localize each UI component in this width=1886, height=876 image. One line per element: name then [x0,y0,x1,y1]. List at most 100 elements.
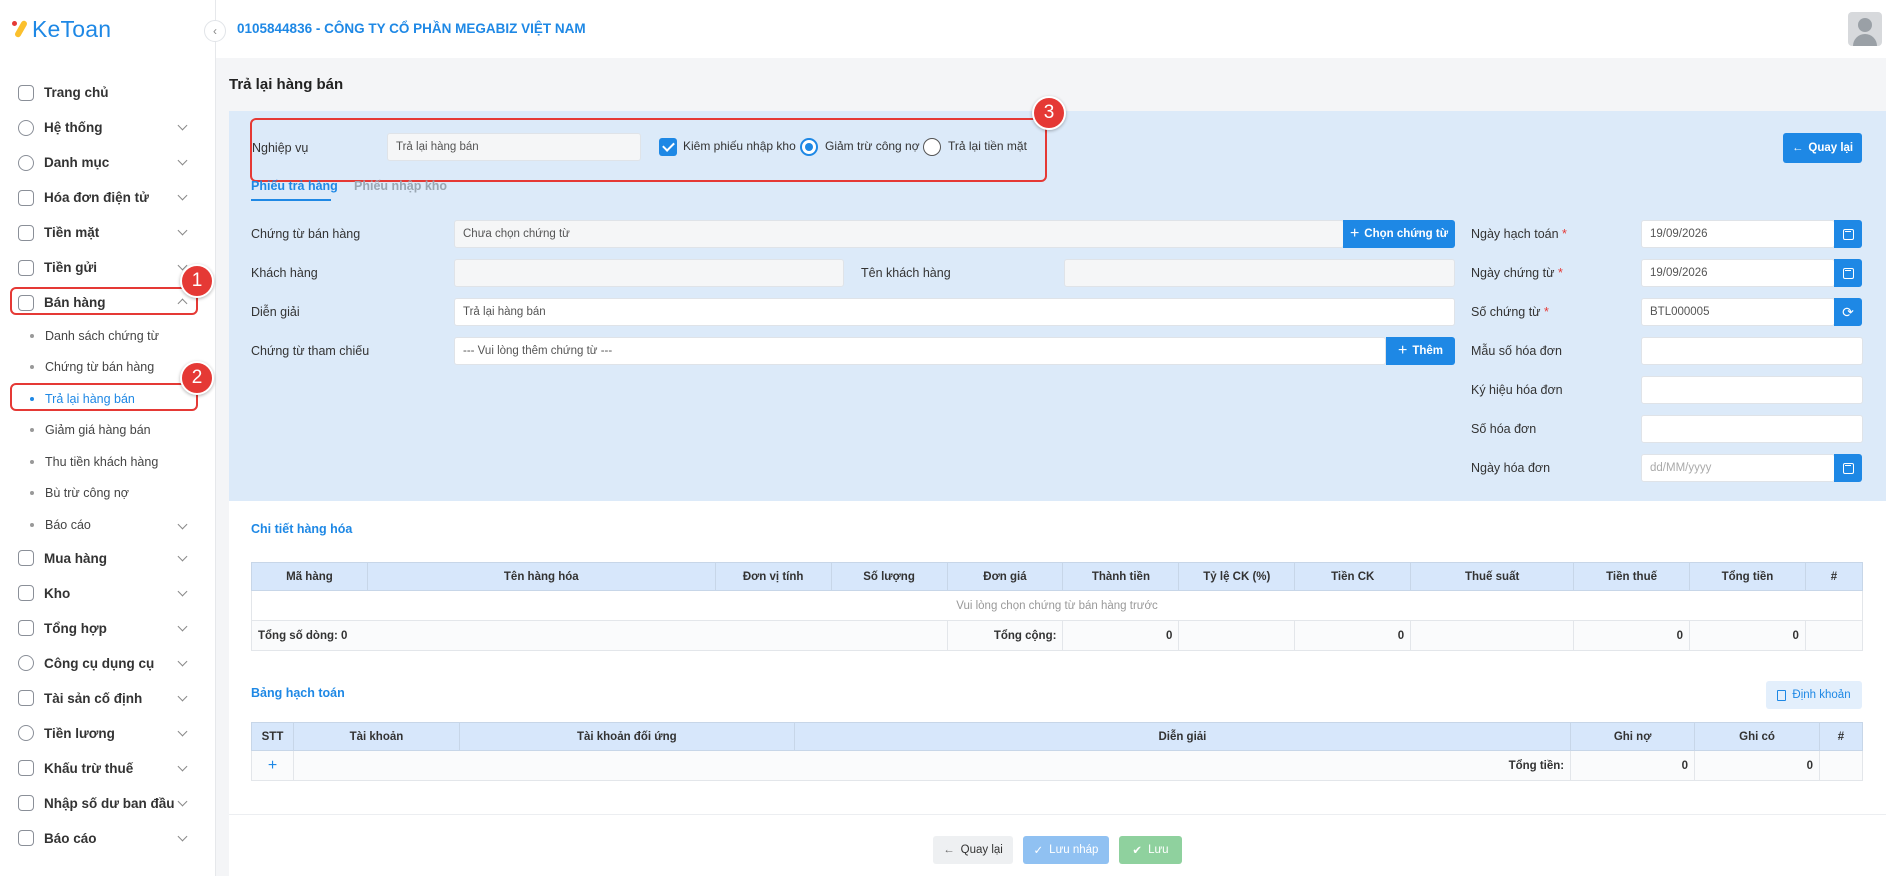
total-tien-ck: 0 [1294,620,1412,651]
total-ty-le-ck [1178,620,1296,651]
chung-tu-tham-chieu-input[interactable]: --- Vui lòng thêm chứng từ --- [454,337,1386,365]
sidebar-item-danh-muc[interactable]: Danh mục [0,145,216,180]
them-label: Thêm [1412,345,1443,357]
sidebar-item-tong-hop[interactable]: Tổng hợp [0,611,216,646]
sidebar-item-tien-luong[interactable]: Tiền lương [0,716,216,751]
col-tien-ck[interactable]: Tiền CK [1294,562,1412,591]
calculator-icon [1777,689,1787,701]
sidebar-subitem-giam-gia-hang-ban[interactable]: Giảm giá hàng bán [0,415,216,447]
sidebar-item-tien-mat[interactable]: Tiền mặt [0,215,216,250]
save-button[interactable]: ✔ Lưu [1119,836,1182,864]
dinh-khoan-button[interactable]: Định khoản [1766,681,1862,709]
so-chung-tu-label: Số chứng từ * [1471,305,1549,319]
ngay-chung-tu-input[interactable]: 19/09/2026 [1641,259,1835,287]
add-row-button[interactable]: + [251,750,294,781]
refresh-icon: ⟳ [1842,303,1854,320]
ledger-total-ghi-no: 0 [1570,750,1696,781]
chevron-down-icon [177,190,188,201]
so-hoa-don-input[interactable] [1641,415,1863,443]
sidebar-item-nhap-so-du[interactable]: Nhập số dư ban đầu [0,786,216,821]
goods-table: Mã hàng Tên hàng hóa Đơn vị tính Số lượn… [251,562,1864,651]
sidebar-item-label: Mua hàng [44,550,107,566]
save-label: Lưu [1148,844,1169,856]
sidebar-item-bao-cao[interactable]: Báo cáo [0,821,216,856]
avatar[interactable] [1848,12,1882,46]
khach-hang-input[interactable] [454,259,844,287]
back-button-top[interactable]: ← Quay lại [1783,133,1862,163]
chi-tiet-hang-hoa-title: Chi tiết hàng hóa [251,522,353,536]
chevron-down-icon [177,761,188,771]
col-thanh-tien[interactable]: Thành tiền [1062,562,1180,591]
col-ma-hang[interactable]: Mã hàng [251,562,368,591]
chevron-down-icon [177,586,188,596]
sidebar-item-hoa-don-dien-tu[interactable]: Hóa đơn điện tử [0,180,216,215]
chevron-down-icon [177,120,188,131]
col-tien-thue[interactable]: Tiền thuế [1573,562,1691,591]
company-name[interactable]: 0105844836 - CÔNG TY CỔ PHẦN MEGABIZ VIỆ… [237,21,586,36]
sidebar-item-label: Nhập số dư ban đầu [44,795,175,811]
sidebar-item-kho[interactable]: Kho [0,576,216,611]
sidebar-menu: Trang chủ Hệ thống Danh mục Hóa đơn điện… [0,75,216,856]
col-don-vi-tinh[interactable]: Đơn vị tính [714,562,832,591]
save-draft-label: Lưu nháp [1049,844,1099,856]
table-row-total: + Tổng tiền: 0 0 [251,750,1864,781]
sidebar-subitem-thu-tien-khach-hang[interactable]: Thu tiền khách hàng [0,446,216,478]
chevron-down-icon [177,656,188,666]
back-button[interactable]: ← Quay lại [933,836,1013,864]
col-don-gia[interactable]: Đơn giá [946,562,1064,591]
sidebar-item-label: Tổng hợp [44,620,107,636]
col-ten-hang-hoa[interactable]: Tên hàng hóa [366,562,716,591]
sidebar-subitem-label: Báo cáo [45,517,91,532]
table-row-empty: Vui lòng chọn chứng từ bán hàng trước [251,590,1863,621]
col-tong-tien[interactable]: Tổng tiền [1689,562,1806,591]
tab-phieu-tra-hang[interactable]: Phiếu trả hàng [251,179,338,193]
calendar-icon [1842,267,1854,279]
ky-hieu-hoa-don-input[interactable] [1641,376,1863,404]
so-chung-tu-input[interactable]: BTL000005 [1641,298,1835,326]
them-button[interactable]: + Thêm [1386,337,1455,365]
invoice-icon [18,189,34,206]
ngay-hoa-don-input[interactable]: dd/MM/yyyy [1641,454,1835,482]
ngay-hach-toan-calendar-button[interactable] [1834,220,1862,248]
ngay-chung-tu-calendar-button[interactable] [1834,259,1862,287]
mau-so-hoa-don-input[interactable] [1641,337,1863,365]
col-thue-suat[interactable]: Thuế suất [1410,562,1575,591]
mau-so-hoa-don-label: Mẫu số hóa đơn [1471,344,1562,358]
sidebar-subitem-bu-tru-cong-no[interactable]: Bù trừ công nợ [0,478,216,510]
sidebar-item-label: Hóa đơn điện tử [44,190,149,205]
sidebar-collapse-button[interactable]: ‹ [204,20,226,42]
logo[interactable]: KeToan [12,14,111,44]
tax-icon [18,760,34,776]
ngay-hoa-don-label: Ngày hóa đơn [1471,461,1551,475]
main-card: Nghiệp vụ Trả lại hàng bán Kiêm phiếu nh… [229,96,1886,876]
so-chung-tu-refresh-button[interactable]: ⟳ [1834,298,1862,326]
sidebar-item-trang-chu[interactable]: Trang chủ [0,75,216,110]
dien-giai-input[interactable]: Trả lại hàng bán [454,298,1455,326]
col-stt: STT [251,722,294,751]
ngay-hoa-don-calendar-button[interactable] [1834,454,1862,482]
save-draft-button[interactable]: ✓ Lưu nháp [1023,836,1109,864]
sidebar-subitem-label: Thu tiền khách hàng [45,454,159,469]
plus-icon: + [1397,342,1408,359]
col-ty-le-ck[interactable]: Tỷ lệ CK (%) [1178,562,1296,591]
salary-icon [18,725,34,741]
tab-phieu-nhap-kho[interactable]: Phiếu nhập kho [354,179,447,193]
ten-khach-hang-label: Tên khách hàng [861,266,951,280]
col-tai-khoan-doi-ung: Tài khoản đối ứng [458,722,795,751]
sidebar-item-cong-cu-dung-cu[interactable]: Công cụ dụng cụ [0,646,216,681]
chon-chung-tu-button[interactable]: + Chọn chứng từ [1343,220,1455,248]
sidebar-item-he-thong[interactable]: Hệ thống [0,110,216,145]
sidebar-item-tai-san-co-dinh[interactable]: Tài sản cố định [0,681,216,716]
ten-khach-hang-input[interactable] [1064,259,1455,287]
sidebar-item-khau-tru-thue[interactable]: Khấu trừ thuế [0,751,216,786]
annotation-badge-3: 3 [1032,96,1066,130]
total-actions [1804,620,1864,651]
sidebar-subitem-bao-cao[interactable]: Báo cáo [0,509,216,541]
chung-tu-ban-hang-input[interactable]: Chưa chọn chứng từ [454,220,1344,248]
sidebar-subitem-danh-sach-chung-tu[interactable]: Danh sách chứng từ [0,320,216,352]
ngay-hach-toan-input[interactable]: 19/09/2026 [1641,220,1835,248]
sidebar-item-mua-hang[interactable]: Mua hàng [0,541,216,576]
total-tong-tien: 0 [1689,620,1806,651]
col-so-luong[interactable]: Số lượng [830,562,948,591]
col-actions: # [1804,562,1864,591]
